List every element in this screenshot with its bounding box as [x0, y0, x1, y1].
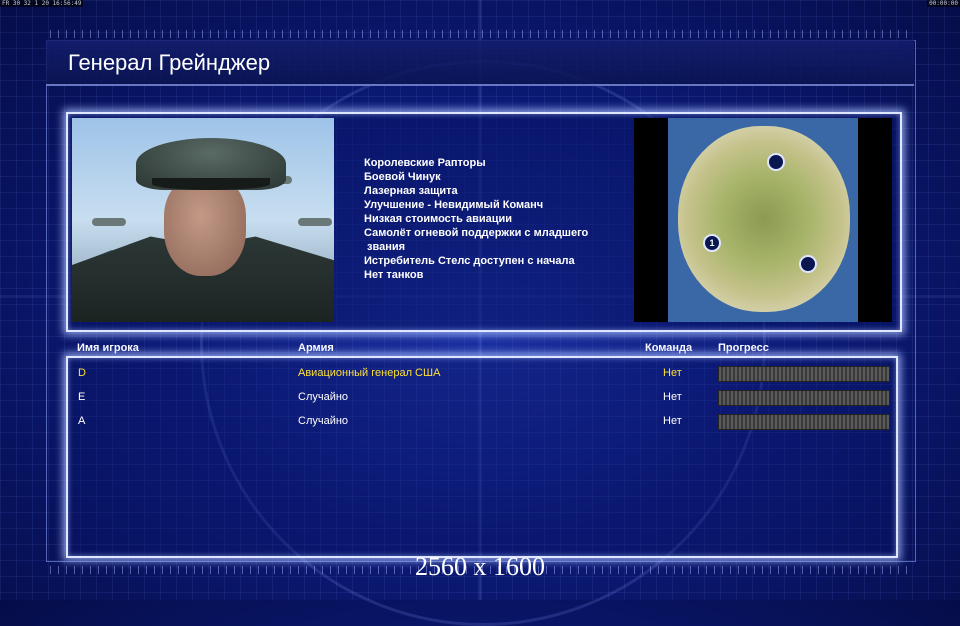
column-header-progress: Прогресс	[718, 342, 769, 354]
portrait-cap-visor	[152, 178, 270, 190]
player-name: A	[78, 415, 86, 427]
player-row: A Случайно Нет	[66, 412, 894, 432]
player-team: Нет	[663, 415, 682, 427]
top-tick-ruler	[50, 30, 910, 38]
player-row: D Авиационный генерал США Нет	[66, 364, 894, 384]
helicopter-icon	[92, 218, 126, 226]
perk-item: Королевские Рапторы	[364, 157, 486, 169]
perk-item: Нет танков	[364, 269, 424, 281]
players-list-panel	[66, 356, 898, 558]
player-row: E Случайно Нет	[66, 388, 894, 408]
column-header-player-name: Имя игрока	[77, 342, 139, 354]
debug-status-right: 00:00:00	[927, 0, 960, 7]
player-team: Нет	[663, 391, 682, 403]
perk-item: Самолёт огневой поддержки с младшего	[364, 227, 589, 239]
start-position-marker	[799, 255, 817, 273]
player-army: Авиационный генерал США	[298, 367, 441, 379]
perk-item: Улучшение - Невидимый Команч	[364, 199, 544, 211]
general-name-title: Генерал Грейнджер	[68, 50, 271, 75]
player-name: D	[78, 367, 86, 379]
map-preview: 1	[634, 118, 892, 322]
portrait-face	[164, 176, 246, 276]
player-army: Случайно	[298, 391, 349, 403]
helicopter-icon	[298, 218, 332, 226]
column-header-team: Команда	[645, 342, 693, 354]
player-army: Случайно	[298, 415, 349, 427]
player-progress-bar	[718, 366, 890, 382]
perk-item: Низкая стоимость авиации	[364, 213, 513, 225]
perk-item: Боевой Чинук	[364, 171, 441, 183]
map-landmass	[678, 126, 850, 312]
start-position-marker	[767, 153, 785, 171]
perk-item: Истребитель Стелс доступен с начала	[364, 255, 575, 267]
column-header-army: Армия	[298, 342, 334, 354]
general-portrait	[72, 118, 334, 322]
general-perks-list: Королевские Рапторы Боевой Чинук Лазерна…	[364, 156, 624, 282]
player-name: E	[78, 391, 86, 403]
player-team: Нет	[663, 367, 682, 379]
player-progress-bar	[718, 390, 890, 406]
perk-item: звания	[364, 241, 406, 253]
player-progress-bar	[718, 414, 890, 430]
perk-item: Лазерная защита	[364, 185, 458, 197]
debug-status-left: FR 30 32 1 20 16:56:49	[0, 0, 84, 7]
start-position-marker: 1	[703, 234, 721, 252]
map-water: 1	[668, 118, 858, 322]
resolution-label: 2560 x 1600	[415, 552, 545, 581]
